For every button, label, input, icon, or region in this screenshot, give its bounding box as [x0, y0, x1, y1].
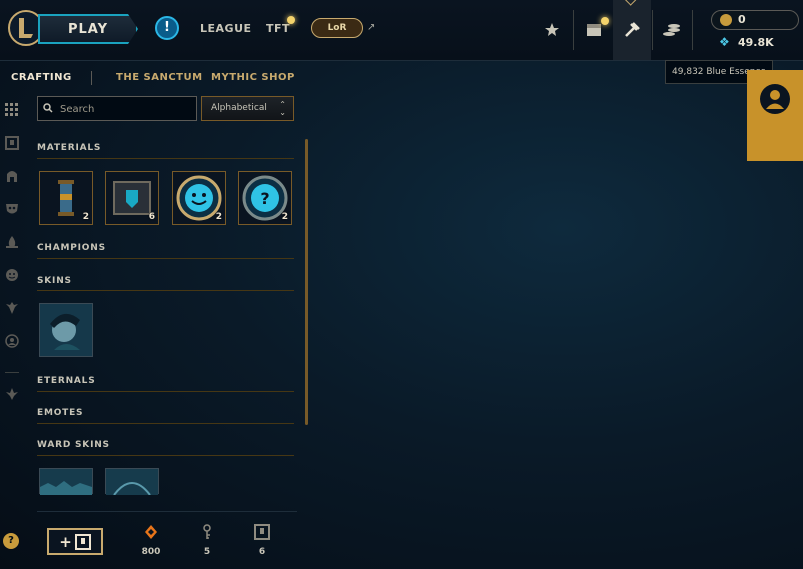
missions-icon[interactable] [538, 16, 566, 44]
nav-league[interactable]: LEAGUE [200, 22, 252, 35]
ward-skin-tile[interactable] [39, 468, 93, 495]
nav-tft[interactable]: TFT [266, 22, 290, 35]
ward-totem-icon[interactable] [4, 300, 20, 316]
material-tile[interactable]: 2 [172, 171, 226, 225]
section-divider [37, 258, 294, 259]
item-count: 2 [281, 212, 288, 222]
section-skins-title[interactable]: SKINS [37, 276, 72, 286]
chest-value: 6 [258, 547, 266, 557]
skin-tile[interactable] [39, 303, 93, 357]
search-field[interactable] [37, 96, 197, 121]
external-link-icon: ↗ [367, 22, 376, 33]
skin-shard-image [40, 304, 92, 356]
emotes-face-icon[interactable] [4, 267, 20, 283]
section-champions-title[interactable]: CHAMPIONS [37, 243, 106, 253]
section-ward-skins-title[interactable]: WARD SKINS [37, 440, 110, 450]
blue-essence-value[interactable]: 49.8K [738, 36, 774, 49]
riot-points-icon [720, 14, 732, 26]
item-count: 2 [82, 212, 89, 222]
material-tile[interactable]: 2 [39, 171, 93, 225]
profile-panel[interactable] [747, 70, 803, 161]
lor-label: LoR [327, 23, 347, 33]
ward-skin-image [106, 469, 158, 496]
section-divider [37, 290, 294, 291]
add-chest-button[interactable]: + [47, 528, 103, 555]
key-counter: 5 [187, 524, 227, 557]
tft-notification-dot [287, 16, 295, 24]
section-divider [37, 455, 294, 456]
crafting-hammer-icon[interactable] [618, 16, 646, 44]
divider [91, 71, 92, 85]
chests-icon[interactable] [4, 135, 20, 151]
divider [5, 372, 19, 373]
category-sidebar [0, 92, 24, 552]
tft-icon[interactable] [4, 386, 20, 402]
section-divider [37, 158, 294, 159]
store-coins-icon[interactable] [658, 16, 686, 44]
help-icon[interactable]: ? [3, 533, 19, 549]
chest-icon [254, 524, 270, 540]
eternals-flame-icon[interactable] [4, 234, 20, 250]
search-input[interactable] [58, 100, 194, 119]
alert-icon[interactable]: ! [155, 16, 179, 40]
divider [652, 10, 653, 50]
champion-helmet-icon[interactable] [4, 168, 20, 184]
loot-notification-dot [601, 17, 609, 25]
loot-subnav: CRAFTING THE SANCTUM MYTHIC SHOP [0, 62, 320, 92]
section-emotes-title[interactable]: EMOTES [37, 408, 83, 418]
material-tile[interactable]: ? 2 [238, 171, 292, 225]
sort-selected-value: Alphabetical [211, 103, 267, 113]
top-navigation-bar: PLAY ! LEAGUE TFT LoR ↗ 0 ❖ 49.8K [0, 0, 803, 61]
item-count: 2 [215, 212, 222, 222]
chest-counter: 6 [242, 524, 282, 557]
riot-points-wallet[interactable]: 0 [711, 10, 799, 30]
material-tile[interactable]: 6 [105, 171, 159, 225]
orange-essence-counter: 800 [131, 524, 171, 557]
svg-text:?: ? [260, 189, 269, 208]
play-button[interactable]: PLAY [38, 14, 138, 44]
section-divider [37, 423, 294, 424]
blue-essence-icon: ❖ [719, 35, 730, 49]
key-icon [203, 524, 211, 539]
item-count: 6 [148, 212, 155, 222]
search-icon [43, 103, 53, 113]
chevron-updown-icon: ⌃ ⌄ [279, 100, 286, 117]
add-symbol: + [59, 532, 72, 551]
tab-mythic-shop[interactable]: MYTHIC SHOP [211, 72, 295, 83]
scrollbar[interactable] [305, 139, 308, 425]
chest-icon [74, 533, 91, 550]
divider [692, 10, 693, 50]
icons-profile-icon[interactable] [4, 333, 20, 349]
all-items-icon[interactable] [4, 102, 20, 118]
key-value: 5 [203, 547, 211, 557]
divider [573, 10, 574, 50]
section-materials-title[interactable]: MATERIALS [37, 143, 101, 153]
skins-mask-icon[interactable] [4, 201, 20, 217]
footer-divider [37, 511, 297, 512]
tab-crafting[interactable]: CRAFTING [11, 72, 72, 83]
nav-lor[interactable]: LoR [311, 18, 363, 38]
section-divider [37, 391, 294, 392]
ward-skin-tile[interactable] [105, 468, 159, 496]
riot-points-value: 0 [738, 13, 746, 26]
section-eternals-title[interactable]: ETERNALS [37, 376, 95, 386]
orange-essence-icon [145, 525, 157, 539]
ward-skin-image [40, 469, 92, 495]
sort-dropdown[interactable]: Alphabetical ⌃ ⌄ [201, 96, 294, 121]
tab-the-sanctum[interactable]: THE SANCTUM [116, 72, 203, 83]
avatar [760, 84, 790, 114]
orange-essence-value: 800 [141, 547, 161, 557]
